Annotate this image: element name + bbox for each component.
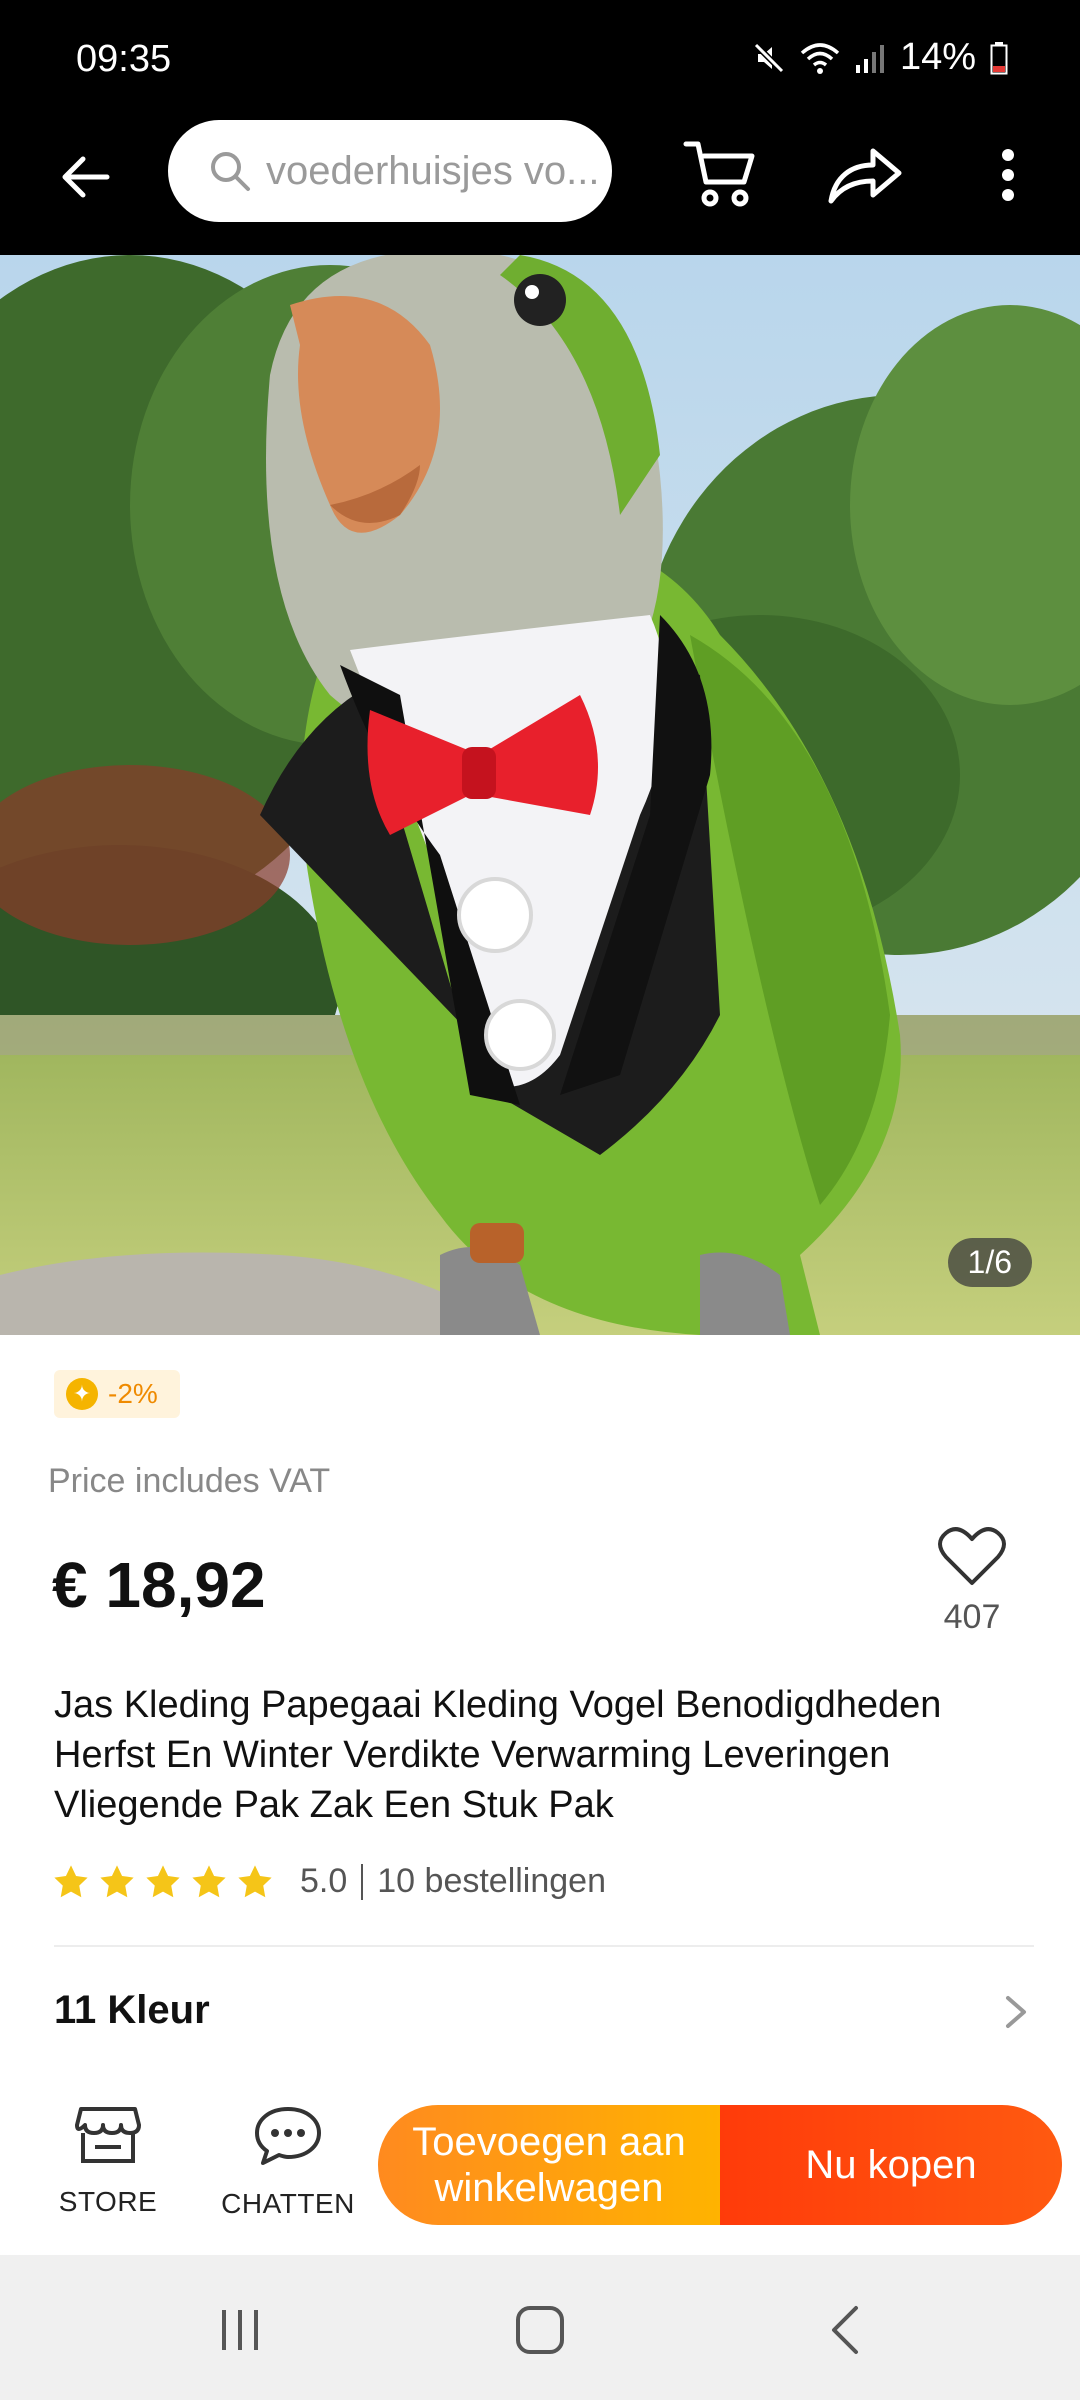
- star-icon: [146, 1864, 180, 1897]
- back-arrow-icon: [62, 156, 110, 198]
- product-image[interactable]: 1/6: [0, 255, 1080, 1335]
- signal-icon: [854, 41, 886, 75]
- chevron-left-icon: [832, 2306, 858, 2354]
- share-button[interactable]: [820, 130, 910, 220]
- share-icon: [828, 148, 902, 204]
- search-input[interactable]: voederhuisjes vo...: [168, 120, 612, 222]
- variant-selector[interactable]: 11 Kleur: [0, 1960, 1080, 2060]
- status-icons: 14%: [752, 36, 1008, 79]
- bottom-action-bar: STORE CHATTEN Toevoegen aan winkelwagen …: [0, 2075, 1080, 2255]
- heart-icon: [938, 1527, 1006, 1585]
- section-divider: [54, 1945, 1034, 1947]
- store-button[interactable]: STORE: [28, 2105, 188, 2218]
- star-icon: [54, 1864, 88, 1897]
- search-placeholder: voederhuisjes vo...: [266, 148, 600, 193]
- store-label: STORE: [58, 2186, 158, 2217]
- add-to-cart-button[interactable]: Toevoegen aan winkelwagen: [378, 2105, 720, 2225]
- product-title: Jas Kleding Papegaai Kleding Vogel Benod…: [54, 1684, 942, 1826]
- search-icon: [211, 152, 250, 191]
- more-vertical-icon: [1002, 149, 1014, 201]
- battery-text: 14%: [899, 36, 976, 78]
- recent-apps-button[interactable]: [210, 2300, 270, 2360]
- wishlist-count: 407: [943, 1598, 1001, 1636]
- star-icon: [100, 1864, 134, 1897]
- rating-row[interactable]: 5.0 10 bestellingen: [52, 1862, 606, 1901]
- wifi-icon: [800, 41, 840, 75]
- status-time: 09:35: [76, 38, 172, 80]
- product-price: € 18,92: [52, 1549, 266, 1621]
- home-button[interactable]: [510, 2300, 570, 2360]
- buy-now-button[interactable]: Nu kopen: [720, 2105, 1062, 2225]
- star-icon: [238, 1864, 272, 1897]
- home-icon: [516, 2306, 564, 2354]
- order-count: 10 bestellingen: [377, 1862, 607, 1900]
- chat-button[interactable]: CHATTEN: [208, 2105, 368, 2220]
- star-rating: [52, 1863, 274, 1901]
- wishlist-button[interactable]: 407: [920, 1525, 1024, 1637]
- chevron-right-icon: [1006, 1996, 1026, 2028]
- rating-divider: [361, 1863, 364, 1900]
- vat-note: Price includes VAT: [48, 1462, 331, 1500]
- image-counter: 1/6: [947, 1238, 1032, 1287]
- app-bar: voederhuisjes vo...: [0, 120, 1080, 255]
- discount-text: -2%: [108, 1378, 158, 1409]
- chat-icon: [255, 2107, 321, 2165]
- system-back-button[interactable]: [815, 2300, 875, 2360]
- store-icon: [75, 2107, 141, 2163]
- recent-apps-icon: [222, 2310, 258, 2350]
- system-nav-bar: [0, 2255, 1080, 2400]
- more-options-button[interactable]: [963, 130, 1053, 220]
- battery-icon: [990, 41, 1008, 75]
- status-bar: 09:35 14%: [0, 0, 1080, 120]
- parrot-photo: [0, 255, 1080, 1335]
- cta-group: Toevoegen aan winkelwagen Nu kopen: [378, 2105, 1062, 2225]
- mute-icon: [752, 41, 786, 75]
- cart-icon: [683, 141, 755, 207]
- back-button[interactable]: [50, 142, 120, 212]
- star-icon: [192, 1864, 226, 1897]
- cart-button[interactable]: [676, 130, 766, 220]
- coin-icon: ✦: [66, 1378, 98, 1410]
- rating-value: 5.0: [300, 1862, 348, 1900]
- chat-label: CHATTEN: [221, 2188, 355, 2219]
- discount-badge: ✦ -2%: [54, 1370, 180, 1418]
- variant-label: 11 Kleur: [54, 1987, 210, 2032]
